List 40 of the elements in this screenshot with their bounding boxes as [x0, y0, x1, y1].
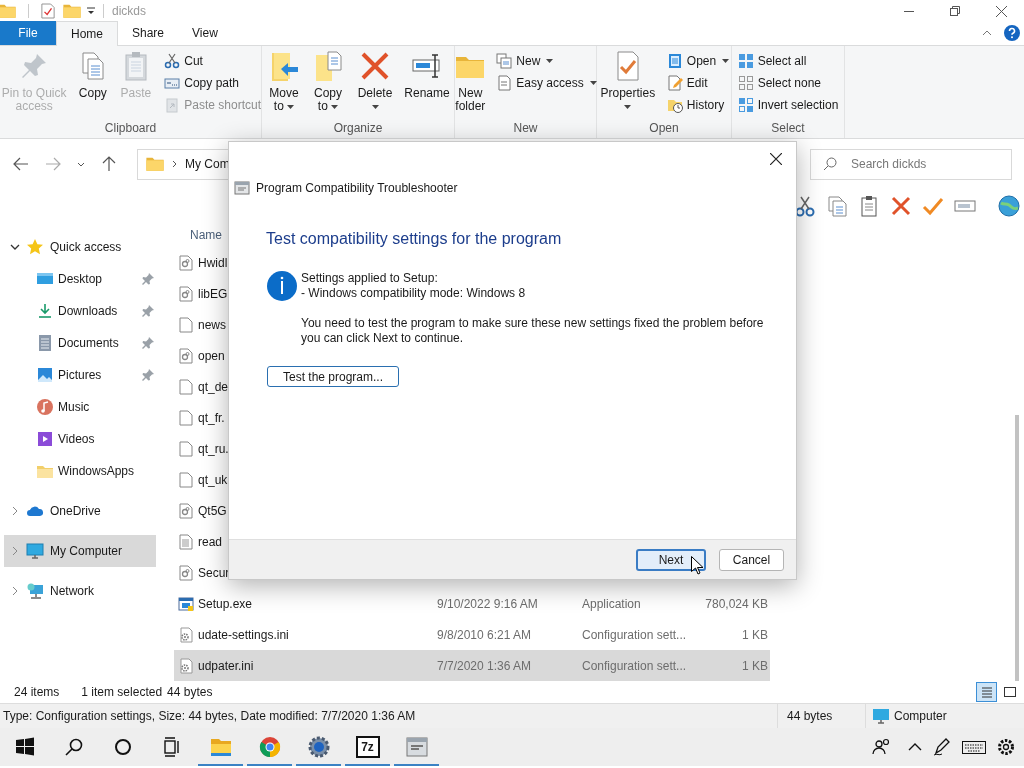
file-type: Configuration sett...: [582, 627, 687, 642]
file-name: libEG: [198, 286, 228, 301]
group-label: New: [512, 120, 539, 137]
selection-count: 1 item selected: [81, 683, 163, 701]
file-size: 780,024 KB: [705, 596, 768, 611]
details-size: 44 bytes: [787, 708, 833, 725]
window-title: dickds: [112, 3, 146, 20]
settings-line: - Windows compatibility mode: Windows 8: [301, 286, 527, 301]
group-label: Open: [648, 120, 680, 137]
file-size: 1 KB: [742, 658, 768, 673]
file-name: qt_uk: [198, 472, 228, 487]
file-name: Qt5G: [198, 503, 227, 518]
date-modified: 9/10/2022 9:16 AM: [437, 596, 538, 611]
dialog-message: You need to test the program to make sure these new settings fixed the problem before you can click Next to continue.: [301, 316, 765, 346]
date-modified: 9/8/2010 6:21 AM: [437, 627, 532, 642]
group-label: Select: [770, 120, 806, 137]
details-text: Type: Configuration settings, Size: 44 bytes, Date modified: 7/7/2020 1:36 AM: [2, 708, 417, 725]
group-label: Organize: [332, 120, 384, 137]
file-name: udpater.ini: [198, 658, 254, 673]
file-size: 1 KB: [742, 627, 768, 642]
date-modified: 7/7/2020 1:36 AM: [437, 658, 532, 673]
file-type: Configuration sett...: [582, 658, 687, 673]
file-name: Hwidl: [198, 255, 228, 270]
item-count: 24 items: [14, 683, 60, 701]
file-name: Secur: [198, 565, 230, 580]
selection-size: 44 bytes: [167, 683, 213, 701]
file-name: qt_fr.: [198, 410, 225, 425]
file-name: qt_de: [198, 379, 229, 394]
details-location: Computer: [894, 708, 947, 725]
file-type: Application: [582, 596, 641, 611]
file-name: open: [198, 348, 225, 363]
group-label: Clipboard: [103, 120, 158, 137]
dialog-title: Program Compatibility Troubleshooter: [256, 180, 458, 197]
file-name: read: [198, 534, 223, 549]
dialog-heading: Test compatibility settings for the program: [266, 229, 563, 249]
file-name: Setup.exe: [198, 596, 253, 611]
file-name: udate-settings.ini: [198, 627, 289, 642]
file-name: qt_ru.: [198, 441, 229, 456]
file-name: news: [198, 317, 226, 332]
settings-line: Settings applied to Setup:: [301, 271, 439, 286]
